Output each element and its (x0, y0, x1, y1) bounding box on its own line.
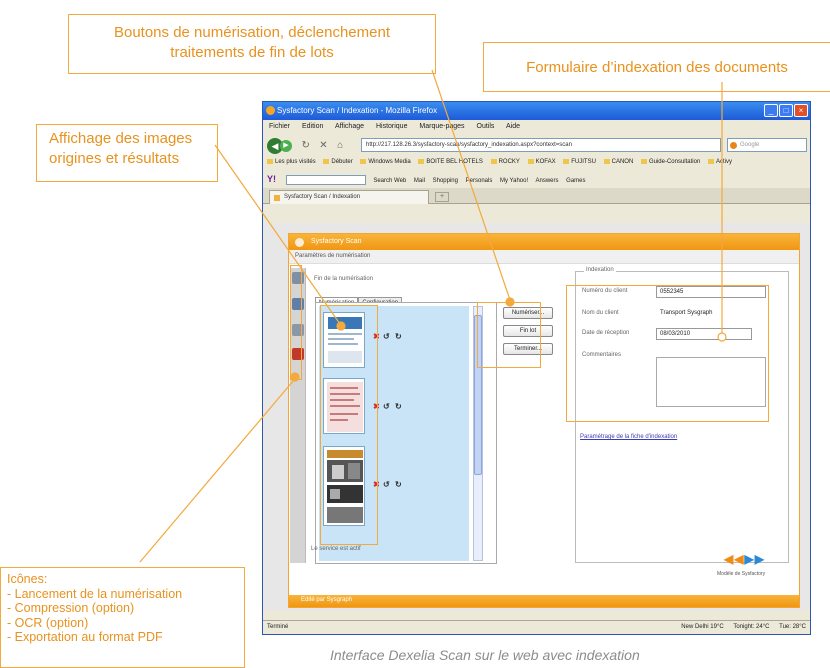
figure-caption: Interface Dexelia Scan sur le web avec i… (330, 647, 640, 663)
yahoo-toolbar-item[interactable]: Answers (535, 178, 558, 184)
callout-icons: Icônes: - Lancement de la numérisation -… (0, 567, 245, 668)
service-status: Le service est actif (311, 546, 361, 552)
yahoo-toolbar-item[interactable]: Personals (466, 178, 493, 184)
weather-item: New Delhi 19°C (681, 624, 724, 630)
bookmark-item[interactable]: CANON (604, 159, 634, 165)
callout-index-form: Formulaire d’indexation des documents (483, 42, 830, 92)
bookmark-item[interactable]: Guide-Consultation (641, 159, 700, 165)
yahoo-toolbar-item[interactable]: Search Web (373, 178, 406, 184)
reload-icon[interactable]: ↻ (301, 140, 309, 151)
callout-icons-item-compression: - Compression (option) (7, 601, 135, 615)
status-text: Terminé (267, 624, 289, 630)
yahoo-toolbar: Y! Search Web Mail Shopping Personals My… (263, 170, 810, 188)
menu-bookmarks[interactable]: Marque-pages (419, 123, 464, 130)
callout-images-line2: origines et résultats (49, 150, 180, 167)
highlight-images (320, 305, 378, 545)
yahoo-toolbar-item[interactable]: My Yahoo! (500, 178, 528, 184)
app-footer: Edité par Sysgraph (289, 595, 799, 607)
bookmark-item[interactable]: Débuter (323, 159, 352, 165)
callout-icons-title: Icônes: (7, 572, 48, 586)
new-tab-button[interactable]: + (435, 192, 449, 202)
yahoo-toolbar-item[interactable]: Mail (414, 178, 425, 184)
status-right: New Delhi 19°C Tonight: 24°C Tue: 28°C (673, 624, 806, 630)
weather-item: Tonight: 24°C (733, 624, 770, 630)
menu-edit[interactable]: Edition (302, 123, 323, 130)
rotate-left-icon[interactable]: ↺ (383, 480, 390, 489)
address-bar[interactable]: http://217.128.26.3/sysfactory-scan/sysf… (361, 138, 721, 152)
menu-tools[interactable]: Outils (477, 123, 495, 130)
yahoo-logo[interactable]: Y! (267, 174, 276, 184)
menubar: Fichier Edition Affichage Historique Mar… (263, 120, 810, 134)
rotate-right-icon[interactable]: ↻ (395, 480, 402, 489)
callout-scan-buttons: Boutons de numérisation, déclenchement t… (68, 14, 436, 74)
rotate-right-icon[interactable]: ↻ (395, 332, 402, 341)
callout-icons-item-scan: - Lancement de la numérisation (7, 586, 183, 601)
search-input[interactable]: Google (727, 138, 807, 152)
callout-images-line1: Affichage des images (49, 130, 193, 147)
bookmarks-toolbar: Les plus visités Débuter Windows Media B… (263, 156, 810, 170)
rotate-left-icon[interactable]: ↺ (383, 402, 390, 411)
bookmark-item[interactable]: BOITE BEL HOTELS (418, 159, 482, 165)
forward-arrow-icon[interactable]: ▶ (280, 139, 292, 152)
window-controls: _ □ × (763, 104, 808, 117)
menu-history[interactable]: Historique (376, 123, 408, 130)
home-icon[interactable]: ⌂ (337, 140, 343, 151)
window-titlebar: Sysfactory Scan / Indexation - Mozilla F… (263, 102, 810, 120)
scan-status-label: Fin de la numérisation (314, 276, 374, 282)
logo-caption: Modèle de Sysfactory (717, 571, 766, 577)
maximize-button[interactable]: □ (779, 104, 793, 117)
firefox-icon (266, 106, 275, 115)
weather-item: Tue: 28°C (779, 624, 806, 630)
yahoo-search-input[interactable] (285, 175, 366, 186)
close-button[interactable]: × (794, 104, 808, 117)
tab-bar: Sysfactory Scan / Indexation + (263, 188, 810, 204)
callout-icons-item-pdf: - Exportation au format PDF (7, 630, 163, 644)
yahoo-toolbar-item[interactable]: Games (566, 178, 585, 184)
browser-statusbar: Terminé New Delhi 19°C Tonight: 24°C Tue… (263, 620, 810, 634)
bookmark-item[interactable]: Activy (708, 159, 732, 165)
bookmark-item[interactable]: Les plus visités (267, 159, 316, 165)
rotate-left-icon[interactable]: ↺ (383, 332, 390, 341)
highlight-form (566, 285, 769, 422)
window-title: Sysfactory Scan / Indexation - Mozilla F… (277, 106, 438, 115)
menu-view[interactable]: Affichage (335, 123, 364, 130)
bookmark-item[interactable]: ROCKY (491, 159, 520, 165)
app-subheader: Paramètres de numérisation (289, 250, 799, 264)
highlight-buttons (477, 302, 541, 368)
sysfactory-logo: ◀◀▶▶ (724, 552, 765, 566)
highlight-icons (290, 265, 302, 380)
bookmark-item[interactable]: KOFAX (528, 159, 556, 165)
bookmark-item[interactable]: Windows Media (360, 159, 410, 165)
stop-icon[interactable]: ✕ (319, 140, 327, 151)
callout-index-form-text: Formulaire d’indexation des documents (526, 59, 788, 76)
form-settings-link[interactable]: Paramétrage de la fiche d'indexation (580, 434, 677, 440)
menu-file[interactable]: Fichier (269, 123, 290, 130)
tab-sysfactory[interactable]: Sysfactory Scan / Indexation (269, 190, 429, 204)
menu-help[interactable]: Aide (506, 123, 520, 130)
form-legend: Indexation (584, 267, 616, 273)
rotate-right-icon[interactable]: ↻ (395, 402, 402, 411)
bookmark-item[interactable]: FUJITSU (563, 159, 596, 165)
app-header: Sysfactory Scan (289, 234, 799, 250)
callout-scan-buttons-line1: Boutons de numérisation, déclenchement (113, 24, 390, 41)
callout-images: Affichage des images origines et résulta… (36, 124, 218, 182)
yahoo-toolbar-item[interactable]: Shopping (433, 178, 458, 184)
callout-icons-item-ocr: - OCR (option) (7, 615, 89, 630)
callout-scan-buttons-line2: traitements de fin de lots (170, 44, 334, 61)
minimize-button[interactable]: _ (764, 104, 778, 117)
navigation-bar: ◀ ▶ ↻ ✕ ⌂ http://217.128.26.3/sysfactory-… (263, 134, 810, 156)
